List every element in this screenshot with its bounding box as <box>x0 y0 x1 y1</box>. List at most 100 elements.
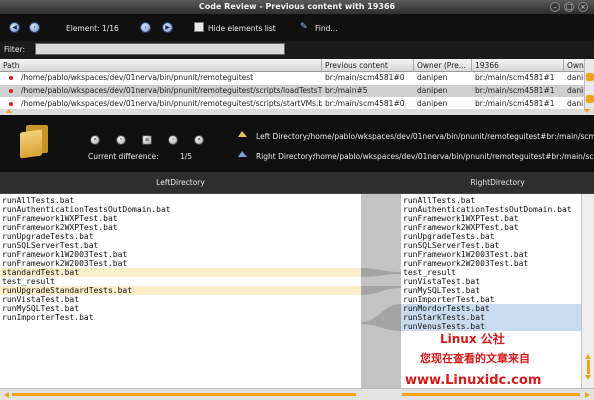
scroll-left-icon[interactable] <box>4 392 9 398</box>
watermark-line2: 您现在查看的文章来自 <box>420 352 530 365</box>
left-pane[interactable]: runAllTests.bat runAuthenticationTestsOu… <box>0 194 361 388</box>
hide-elements-label: Hide elements list <box>208 24 276 33</box>
list-item: runUpgradeTests.bat <box>403 232 495 241</box>
scroll-up-icon[interactable] <box>586 73 594 81</box>
cell-owner: dani <box>567 73 584 82</box>
cell-owner-previous: danipen <box>417 73 448 82</box>
list-item-removed: runUpgradeStandardTests.bat <box>0 286 361 295</box>
watermark-line3: www.Linuxidc.com <box>405 373 542 388</box>
list-item: runSQLServerTest.bat <box>2 241 99 250</box>
scroll-thumb[interactable] <box>587 360 590 374</box>
table-row[interactable]: /home/pablo/wkspaces/dev/01nerva/bin/pnu… <box>0 72 584 84</box>
table-scrollbar[interactable] <box>584 59 594 109</box>
table-row-selected[interactable]: /home/pablo/wkspaces/dev/01nerva/bin/pnu… <box>0 85 584 97</box>
list-item: runMySQLTest.bat <box>2 304 80 313</box>
cell-path: /home/pablo/wkspaces/dev/01nerva/bin/pnu… <box>21 86 322 95</box>
list-item-added: runStarkTests.bat <box>401 313 581 322</box>
last-difference-button[interactable]: » <box>194 135 204 145</box>
left-pane-header: LeftDirectory <box>0 172 361 194</box>
column-header-previous-content[interactable]: Previous content <box>322 59 414 72</box>
first-difference-button[interactable]: « <box>90 135 100 145</box>
column-header-owner-previous[interactable]: Owner (Pre... <box>414 59 472 72</box>
right-pane-header: RightDirectory <box>401 172 594 194</box>
title-bar: Code Review - Previous content with 1936… <box>0 0 594 15</box>
scroll-down-icon[interactable] <box>585 375 591 380</box>
changed-dot-icon <box>9 102 13 106</box>
find-button[interactable]: Find... <box>315 24 338 33</box>
list-item: runFramework1WXPTest.bat <box>403 214 519 223</box>
window-controls: – □ × <box>550 2 588 12</box>
close-button[interactable]: × <box>578 2 588 12</box>
cell-owner: dani <box>567 86 584 95</box>
list-item: runFramework2WXPTest.bat <box>2 223 118 232</box>
first-element-button[interactable]: ◀ <box>9 22 20 33</box>
window-title: Code Review - Previous content with 1936… <box>198 2 396 11</box>
next-element-button[interactable]: › <box>140 22 151 33</box>
list-item: runAllTests.bat <box>403 196 476 205</box>
center-difference-button[interactable]: ≡ <box>142 135 152 145</box>
hide-elements-checkbox[interactable] <box>194 22 204 32</box>
list-item: runFramework1W2003Test.bat <box>403 250 529 259</box>
list-item: runImporterTest.bat <box>2 313 94 322</box>
last-element-button[interactable]: ▶ <box>162 22 173 33</box>
list-item: runFramework2W2003Test.bat <box>403 259 529 268</box>
table-row[interactable]: /home/pablo/wkspaces/dev/01nerva/bin/pnu… <box>0 98 584 109</box>
scroll-right-icon[interactable] <box>585 392 590 398</box>
right-directory-path: /home/pablo/wkspaces/dev/01nerva/bin/pnu… <box>313 152 594 161</box>
maximize-button[interactable]: □ <box>564 2 574 12</box>
cell-19366: br:/main/scm4581#1 <box>475 86 555 95</box>
splitter-down-icon[interactable] <box>584 109 590 113</box>
column-header-19366[interactable]: 19366 <box>472 59 564 72</box>
changed-dot-icon <box>9 89 13 93</box>
cell-owner: dani <box>567 99 584 108</box>
list-item: runFramework2WXPTest.bat <box>403 223 519 232</box>
list-item-removed: standardTest.bat <box>0 268 361 277</box>
column-header-path[interactable]: Path <box>0 59 322 72</box>
gutter-header <box>361 172 401 194</box>
list-item: runImporterTest.bat <box>403 295 495 304</box>
cell-owner-previous: danipen <box>417 86 448 95</box>
list-item: runAuthenticationTestsOutDomain.bat <box>403 205 572 214</box>
right-pane-hscroll-thumb[interactable] <box>402 393 580 396</box>
left-directory-label: Left Directory: <box>256 132 310 141</box>
list-item-added: runMordorTests.bat <box>401 304 581 313</box>
splitter-up-icon[interactable] <box>6 109 12 113</box>
left-directory-path: /home/pablo/wkspaces/dev/01nerva/bin/pnu… <box>308 132 594 141</box>
scroll-up-icon[interactable] <box>585 354 591 359</box>
toolbar: ◀ ‹ Element: 1/16 › ▶ Hide elements list… <box>0 15 594 41</box>
folder-icon <box>20 125 48 159</box>
previous-difference-button[interactable]: ‹ <box>116 135 126 145</box>
cell-19366: br:/main/scm4581#1 <box>475 73 555 82</box>
list-item: test_result <box>2 277 55 286</box>
filter-row: Filter: <box>0 41 594 58</box>
list-item: runAllTests.bat <box>2 196 75 205</box>
cell-owner-previous: danipen <box>417 99 448 108</box>
table-header: Path Previous content Owner (Pre... 1936… <box>0 59 594 72</box>
cell-previous-content: br:/main/scm4581#0 <box>325 73 405 82</box>
find-icon[interactable]: ✎ <box>300 22 308 32</box>
filter-input[interactable] <box>35 43 285 55</box>
list-item: runVistaTest.bat <box>2 295 80 304</box>
list-item: runFramework1W2003Test.bat <box>2 250 128 259</box>
horizontal-scrollbar[interactable] <box>0 388 594 400</box>
list-item: runSQLServerTest.bat <box>403 241 500 250</box>
element-counter: Element: 1/16 <box>66 24 119 33</box>
previous-element-button[interactable]: ‹ <box>29 22 40 33</box>
cell-previous-content: br:/main#5 <box>325 86 368 95</box>
current-difference-label: Current difference: <box>88 152 159 161</box>
left-pane-hscroll-thumb[interactable] <box>12 393 356 396</box>
right-directory-label: Right Directory: <box>256 152 315 161</box>
cell-19366: br:/main/scm4581#1 <box>475 99 555 108</box>
cell-path: /home/pablo/wkspaces/dev/01nerva/bin/pnu… <box>21 99 322 108</box>
list-item: runFramework2W2003Test.bat <box>2 259 128 268</box>
diff-gutter <box>361 194 401 388</box>
minimize-button[interactable]: – <box>550 2 560 12</box>
cell-previous-content: br:/main/scm4581#0 <box>325 99 405 108</box>
changed-dot-icon <box>9 76 13 80</box>
scroll-down-icon[interactable] <box>586 95 594 103</box>
right-pane-scrollbar[interactable] <box>581 194 594 388</box>
list-item: runVistaTest.bat <box>403 277 481 286</box>
list-item: runUpgradeTests.bat <box>2 232 94 241</box>
next-difference-button[interactable]: › <box>168 135 178 145</box>
left-directory-icon <box>238 131 247 137</box>
